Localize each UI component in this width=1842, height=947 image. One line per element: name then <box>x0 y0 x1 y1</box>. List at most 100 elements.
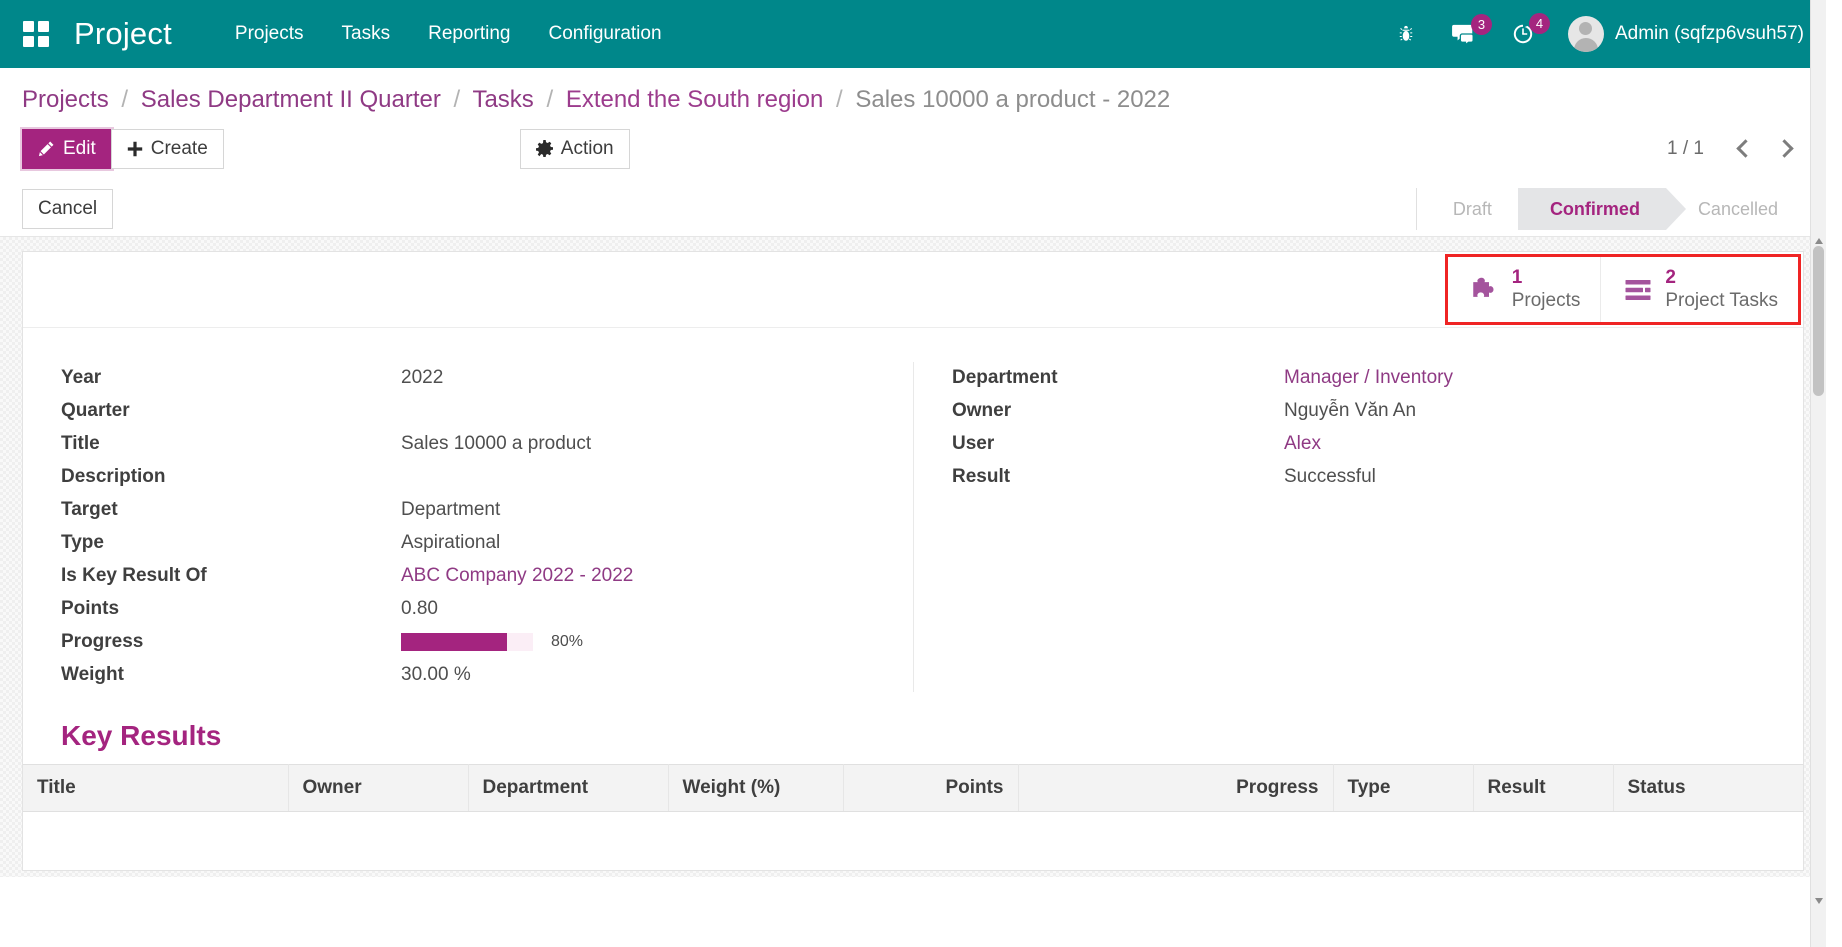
stat-button-project-tasks-label: Project Tasks <box>1665 290 1778 313</box>
action-button-wrapper: Action <box>520 129 630 169</box>
form-column-left: Year 2022 Quarter Title Sales 10000 a pr… <box>23 362 913 692</box>
menu-item-tasks[interactable]: Tasks <box>323 15 410 53</box>
field-value-result[interactable]: Successful <box>1284 461 1779 493</box>
edit-button[interactable]: Edit <box>22 129 112 169</box>
scrollbar-thumb[interactable] <box>1813 246 1824 396</box>
stat-button-project-tasks-value: 2 <box>1665 267 1778 290</box>
key-results-table: Title Owner Department Weight (%) Points… <box>23 764 1803 812</box>
field-label-description: Description <box>61 461 401 493</box>
field-row-user: User Alex <box>914 428 1779 461</box>
column-header-weight[interactable]: Weight (%) <box>668 765 843 812</box>
app-brand-title[interactable]: Project <box>74 16 172 52</box>
breadcrumb: Projects / Sales Department II Quarter /… <box>0 68 1826 123</box>
field-value-target[interactable]: Department <box>401 494 889 526</box>
menu-item-configuration[interactable]: Configuration <box>530 15 681 53</box>
menu-item-projects[interactable]: Projects <box>216 15 323 53</box>
field-value-weight[interactable]: 30.00 % <box>401 659 889 691</box>
user-name-label: Admin (sqfzp6vsuh57) <box>1615 23 1804 45</box>
stat-button-projects-text: 1 Projects <box>1512 267 1581 313</box>
stat-button-box: 1 Projects 2 Project Tas <box>23 252 1803 329</box>
scroll-up-arrow-icon[interactable] <box>1815 238 1823 244</box>
edit-button-label: Edit <box>63 137 96 161</box>
field-row-points: Points 0.80 <box>61 593 889 626</box>
breadcrumb-item-extend-south-region[interactable]: Extend the South region <box>566 86 824 113</box>
menu-item-reporting[interactable]: Reporting <box>409 15 529 53</box>
progress-percent-label: 80% <box>551 633 583 651</box>
activities-menu-button[interactable]: 4 <box>1494 16 1552 52</box>
field-row-title: Title Sales 10000 a product <box>61 428 889 461</box>
field-row-progress: Progress 80% <box>61 626 889 659</box>
field-value-owner[interactable]: Nguyễn Văn An <box>1284 395 1779 427</box>
column-header-owner[interactable]: Owner <box>288 765 468 812</box>
pager-value: 1 / 1 <box>1667 138 1726 160</box>
field-label-title: Title <box>61 428 401 460</box>
field-value-points[interactable]: 0.80 <box>401 593 889 625</box>
column-header-title[interactable]: Title <box>23 765 288 812</box>
field-value-year[interactable]: 2022 <box>401 362 889 394</box>
stat-button-project-tasks-text: 2 Project Tasks <box>1665 267 1778 313</box>
status-cancelled[interactable]: Cancelled <box>1666 188 1804 230</box>
messages-count-badge: 3 <box>1471 14 1492 35</box>
top-navbar: Project Projects Tasks Reporting Configu… <box>0 0 1826 68</box>
pager-next-button[interactable] <box>1765 140 1804 157</box>
action-button[interactable]: Action <box>520 129 630 169</box>
field-label-is-key-result-of: Is Key Result Of <box>61 560 401 592</box>
status-row: Cancel Draft Confirmed Cancelled <box>0 183 1826 237</box>
tasks-list-icon <box>1623 275 1653 305</box>
field-value-quarter[interactable] <box>401 395 889 405</box>
field-row-quarter: Quarter <box>61 395 889 428</box>
field-value-user[interactable]: Alex <box>1284 428 1779 460</box>
column-header-points[interactable]: Points <box>843 765 1018 812</box>
debug-menu-button[interactable] <box>1378 17 1434 51</box>
breadcrumb-item-projects[interactable]: Projects <box>22 86 109 113</box>
breadcrumb-item-tasks[interactable]: Tasks <box>472 86 533 113</box>
field-row-year: Year 2022 <box>61 362 889 395</box>
field-label-weight: Weight <box>61 659 401 691</box>
stat-button-projects[interactable]: 1 Projects <box>1448 257 1602 323</box>
field-label-target: Target <box>61 494 401 526</box>
control-panel: Edit Create Action 1 / 1 <box>0 123 1826 183</box>
breadcrumb-item-sales-department[interactable]: Sales Department II Quarter <box>141 86 441 113</box>
field-value-is-key-result-of[interactable]: ABC Company 2022 - 2022 <box>401 560 889 592</box>
key-results-header-row: Title Owner Department Weight (%) Points… <box>23 765 1803 812</box>
stat-buttons-highlight: 1 Projects 2 Project Tas <box>1445 254 1801 326</box>
page-root: Project Projects Tasks Reporting Configu… <box>0 0 1826 877</box>
plus-icon <box>127 141 143 157</box>
create-button[interactable]: Create <box>111 129 224 169</box>
field-value-description[interactable] <box>401 461 889 471</box>
bug-icon <box>1395 23 1417 45</box>
stat-button-project-tasks[interactable]: 2 Project Tasks <box>1601 257 1798 323</box>
field-row-type: Type Aspirational <box>61 527 889 560</box>
field-value-type[interactable]: Aspirational <box>401 527 889 559</box>
column-header-result[interactable]: Result <box>1473 765 1613 812</box>
pager-previous-button[interactable] <box>1726 140 1765 157</box>
breadcrumb-separator: / <box>115 86 134 113</box>
main-menu: Projects Tasks Reporting Configuration <box>216 15 681 53</box>
field-value-progress[interactable]: 80% <box>401 626 583 658</box>
form-column-right: Department Manager / Inventory Owner Ngu… <box>913 362 1803 692</box>
messages-menu-button[interactable]: 3 <box>1434 17 1494 51</box>
column-header-department[interactable]: Department <box>468 765 668 812</box>
avatar <box>1568 16 1604 52</box>
stat-button-projects-label: Projects <box>1512 290 1581 313</box>
field-row-is-key-result-of: Is Key Result Of ABC Company 2022 - 2022 <box>61 560 889 593</box>
field-label-progress: Progress <box>61 626 401 658</box>
column-header-progress[interactable]: Progress <box>1018 765 1333 812</box>
field-row-result: Result Successful <box>914 461 1779 494</box>
apps-menu-toggle[interactable] <box>14 12 58 56</box>
breadcrumb-separator: / <box>830 86 849 113</box>
page-scrollbar[interactable] <box>1810 0 1826 947</box>
field-label-year: Year <box>61 362 401 394</box>
user-menu-button[interactable]: Admin (sqfzp6vsuh57) <box>1552 16 1804 52</box>
scroll-down-arrow-icon[interactable] <box>1815 898 1823 904</box>
cancel-button[interactable]: Cancel <box>22 189 113 229</box>
status-confirmed[interactable]: Confirmed <box>1518 188 1666 230</box>
field-label-department: Department <box>914 362 1284 394</box>
column-header-status[interactable]: Status <box>1613 765 1803 812</box>
field-value-title[interactable]: Sales 10000 a product <box>401 428 889 460</box>
stat-button-projects-value: 1 <box>1512 267 1581 290</box>
field-value-department[interactable]: Manager / Inventory <box>1284 362 1779 394</box>
column-header-type[interactable]: Type <box>1333 765 1473 812</box>
chevron-left-icon <box>1736 140 1754 158</box>
chevron-right-icon <box>1775 140 1793 158</box>
